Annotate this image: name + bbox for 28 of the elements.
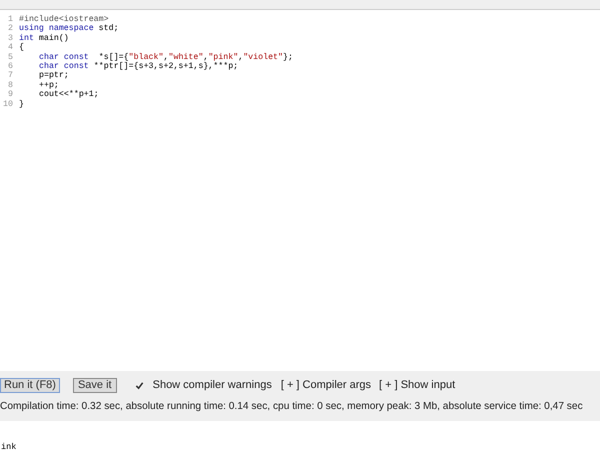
line-number: 4 [7,43,13,53]
code-line: #include<iostream> [19,15,110,24]
toggle-link[interactable]: [ + ] Compiler args [280,377,371,394]
line-number: 2 [7,24,13,34]
code-line: p=ptr; [38,71,70,81]
line-number: 3 [7,34,13,44]
line-number: 6 [7,62,13,72]
run-button[interactable]: Run it (F8) [0,378,60,393]
toggle-link[interactable]: [ + ] Show input [379,377,456,394]
code-line: ++p; [38,80,60,90]
warnings-checkbox[interactable] [134,380,145,390]
code-line: } [19,100,25,110]
line-number: 1 [7,15,13,24]
line-number: 5 [7,52,13,62]
program-output: ink [1,442,16,452]
code-line: char const **ptr[]={s+3,s+2,s+1,s},***p; [38,62,240,72]
code-line: int main() [19,34,70,43]
line-number: 10 [2,100,13,110]
line-number: 9 [7,90,13,100]
code-line: { [19,43,25,53]
line-number: 8 [7,80,13,90]
stats-text: Compilation time: 0.32 sec, absolute running time: 0.14 sec, cpu time: 0 sec, memory peak: 3 Mb, absolute service time: 0,47 sec [0,400,584,414]
line-number: 7 [7,71,13,81]
code-line: using namespace std; [19,24,120,34]
code-line: char const *s[]={"black","white","pink","violet"}; [38,52,293,62]
code-line: cout<<**p+1; [38,90,100,100]
warnings-label: Show compiler warnings [152,378,272,394]
save-button[interactable]: Save it [72,378,117,393]
